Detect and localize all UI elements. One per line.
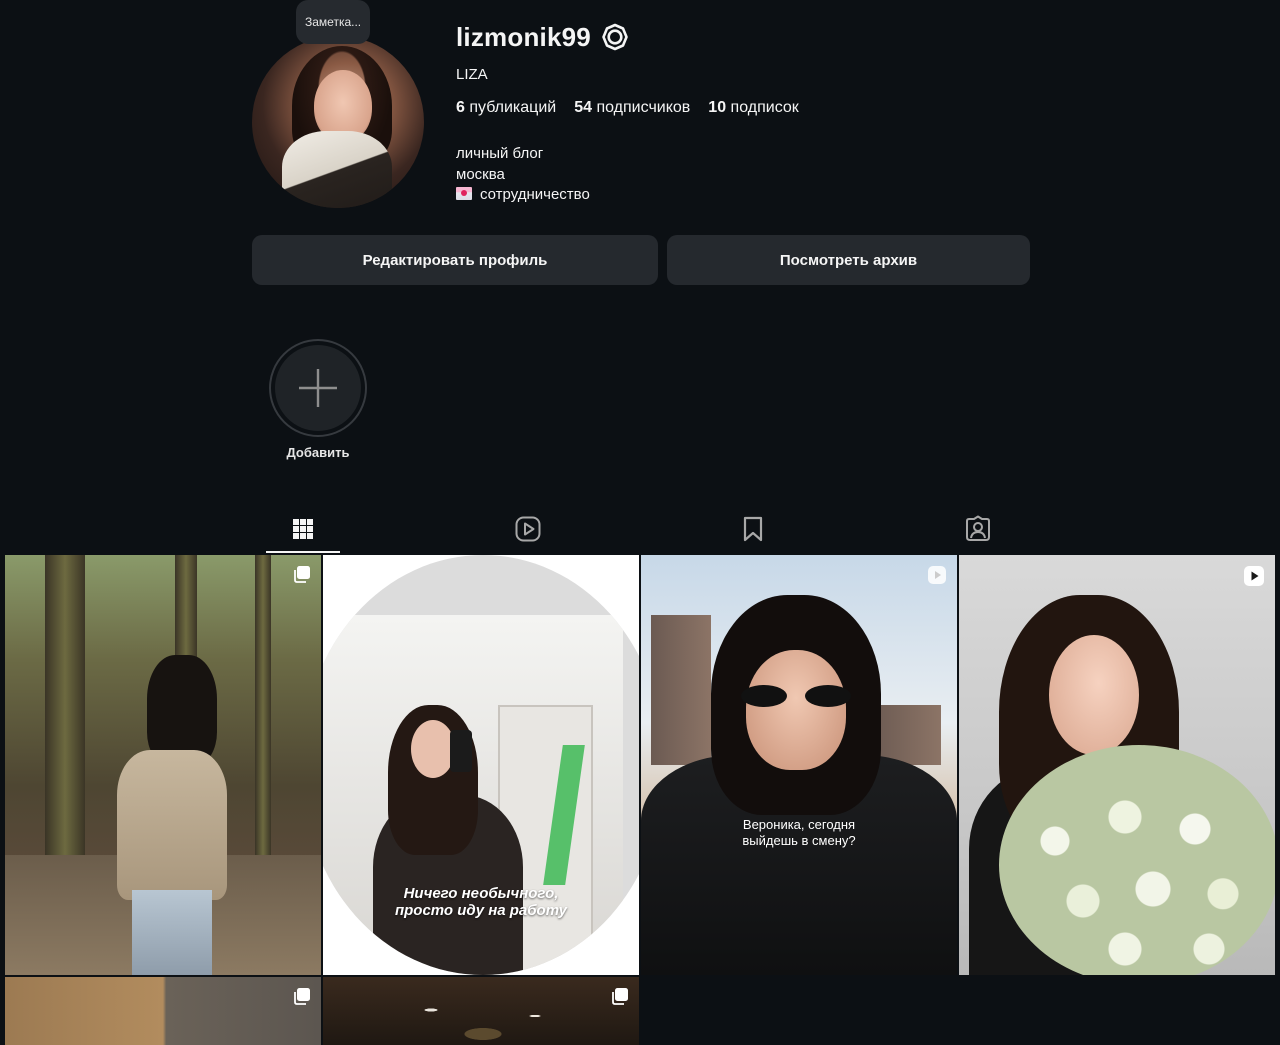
- followers-label: подписчиков: [596, 99, 691, 116]
- post-tile-4[interactable]: [959, 555, 1275, 975]
- profile-page: Заметка... lizmonik99 LIZA 6 публикаций …: [0, 0, 1280, 1045]
- post-tile-2[interactable]: Ничего необычного, просто иду на работу: [323, 555, 639, 975]
- woman-face: [746, 650, 846, 770]
- post-tile-3[interactable]: Вероника, сегодня выйдешь в смену?: [641, 555, 957, 975]
- reels-icon: [515, 516, 541, 542]
- add-highlight[interactable]: Добавить: [268, 339, 368, 460]
- username-row: lizmonik99: [456, 20, 629, 54]
- note-bubble[interactable]: Заметка...: [296, 0, 371, 44]
- edit-profile-button[interactable]: Редактировать профиль: [252, 235, 658, 285]
- overlay-line-2: выйдешь в смену?: [742, 833, 856, 848]
- person-jeans: [132, 890, 212, 975]
- woman-face: [1049, 635, 1139, 755]
- reel-play-icon: [1243, 565, 1265, 592]
- profile-bio: личный блог москва сотрудничество: [456, 144, 590, 206]
- highlight-ring: [269, 339, 367, 437]
- settings-icon[interactable]: [601, 23, 629, 51]
- rose-bouquet: [999, 745, 1275, 975]
- post-tile-1[interactable]: [5, 555, 321, 975]
- followers-count: 54: [574, 99, 593, 116]
- sunglasses: [741, 685, 851, 707]
- bookmark-icon: [743, 516, 763, 542]
- username: lizmonik99: [456, 21, 591, 52]
- post-tile-5[interactable]: [5, 977, 321, 1045]
- post-tile-6[interactable]: [323, 977, 639, 1045]
- carousel-icon: [293, 987, 311, 1010]
- tab-posts[interactable]: [266, 506, 340, 553]
- following-label: подписок: [730, 99, 799, 116]
- bio-line-3: сотрудничество: [456, 185, 590, 206]
- bio-line-1: личный блог: [456, 145, 544, 162]
- posts-count: 6: [456, 99, 465, 116]
- plus-icon: [299, 369, 337, 407]
- grid-icon: [293, 519, 313, 539]
- person-hair: [147, 655, 217, 765]
- post-person: [117, 655, 227, 975]
- tab-saved[interactable]: [716, 506, 790, 552]
- highlight-inner: [275, 345, 361, 431]
- carousel-icon: [611, 987, 629, 1010]
- posts-count-stat[interactable]: 6 публикаций: [456, 99, 556, 117]
- bio-line-3-text: сотрудничество: [480, 186, 590, 203]
- full-name: LIZA: [456, 66, 488, 83]
- snowy-branch: [353, 992, 613, 1045]
- avatar-coat: [282, 131, 392, 208]
- tab-reels[interactable]: [491, 506, 565, 552]
- reel-play-icon: [927, 565, 947, 590]
- followers-stat[interactable]: 54 подписчиков: [574, 99, 690, 117]
- tagged-icon: [966, 515, 990, 541]
- profile-avatar[interactable]: [252, 36, 424, 208]
- view-archive-button[interactable]: Посмотреть архив: [667, 235, 1030, 285]
- following-count: 10: [708, 99, 727, 116]
- note-text: Заметка...: [305, 15, 362, 29]
- following-stat[interactable]: 10 подписок: [708, 99, 798, 117]
- carousel-icon: [293, 565, 311, 588]
- overlay-line-1: Ничего необычного,: [403, 885, 559, 902]
- girl-face: [411, 720, 455, 778]
- profile-tabs: [266, 506, 1016, 553]
- mail-emoji-icon: [456, 187, 472, 200]
- profile-stats: 6 публикаций 54 подписчиков 10 подписок: [456, 99, 799, 117]
- add-highlight-label: Добавить: [286, 445, 350, 460]
- background-building: [651, 615, 711, 765]
- post-overlay-text: Вероника, сегодня выйдешь в смену?: [641, 817, 957, 849]
- posts-label: публикаций: [469, 99, 557, 116]
- post-overlay-text: Ничего необычного, просто иду на работу: [323, 885, 639, 919]
- posts-grid: Ничего необычного, просто иду на работу …: [5, 555, 1275, 1045]
- overlay-line-2: просто иду на работу: [394, 902, 568, 919]
- tab-tagged[interactable]: [941, 506, 1015, 552]
- overlay-line-1: Вероника, сегодня: [742, 817, 856, 832]
- phone: [450, 730, 472, 772]
- person-jacket: [117, 750, 227, 900]
- bio-line-2: москва: [456, 165, 505, 183]
